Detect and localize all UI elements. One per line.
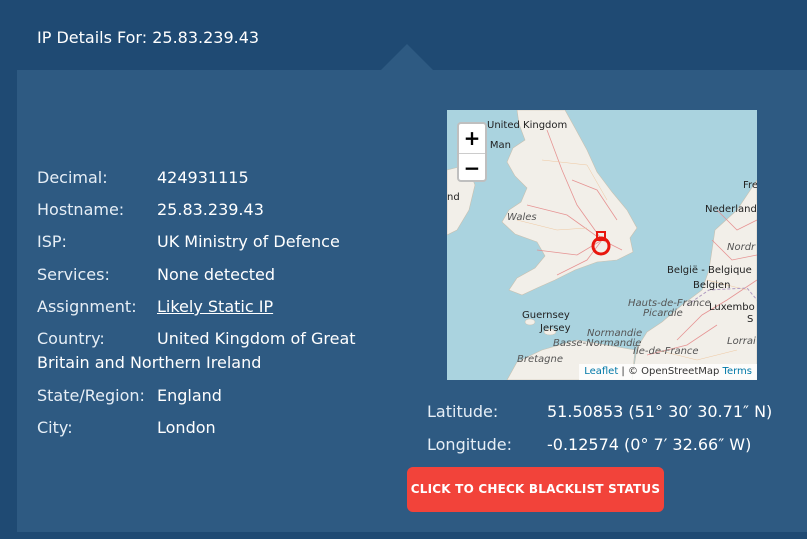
detail-label: Hostname:: [37, 200, 125, 219]
latitude-value: 51.50853 (51° 30′ 30.71″ N): [547, 402, 773, 421]
map-label: Jersey: [539, 323, 571, 334]
map-label: Guernsey: [522, 310, 570, 321]
map-label: Picardie: [643, 308, 683, 319]
detail-label: City:: [37, 418, 73, 437]
detail-value: London: [157, 418, 216, 437]
page-header-title: IP Details For: 25.83.239.43: [37, 28, 260, 47]
map-label: Basse-Normandie: [553, 338, 641, 349]
detail-label: Decimal:: [37, 168, 108, 187]
location-map[interactable]: United Kingdom of Man nd Wales Nederland…: [447, 110, 757, 380]
map-label: Lorrai: [727, 336, 756, 347]
map-label: Belgien: [693, 280, 730, 291]
map-label: Bretagne: [517, 354, 563, 365]
detail-label: ISP:: [37, 232, 67, 251]
latitude-label: Latitude:: [427, 402, 499, 421]
zoom-in-button[interactable]: +: [459, 124, 485, 153]
panel-pointer: [381, 44, 433, 70]
map-tiles: United Kingdom of Man nd Wales Nederland…: [447, 110, 757, 380]
assignment-link[interactable]: Likely Static IP: [157, 295, 372, 319]
leaflet-link[interactable]: Leaflet: [584, 366, 618, 377]
detail-value-continued: Britain and Northern Ireland: [37, 353, 262, 372]
terms-link[interactable]: Terms: [723, 366, 752, 377]
map-label: Nederland: [705, 204, 757, 215]
longitude-value: -0.12574 (0° 7′ 32.66″ W): [547, 435, 752, 454]
map-label: België - Belgique: [667, 265, 752, 276]
map-label: nd: [447, 192, 460, 203]
map-label: Luxembo: [709, 302, 755, 313]
map-label: Fre: [743, 180, 757, 191]
detail-label: State/Region:: [37, 386, 145, 405]
map-label: S: [747, 314, 753, 325]
map-label: Nordr: [727, 242, 756, 253]
map-label: Île-de-France: [633, 344, 699, 357]
zoom-out-button[interactable]: −: [459, 153, 485, 183]
map-label: Wales: [507, 212, 537, 223]
map-zoom-control: + −: [457, 122, 487, 182]
attribution-text: | © OpenStreetMap: [618, 366, 723, 377]
map-label: United Kingdom: [487, 120, 567, 131]
detail-label: Services:: [37, 265, 110, 284]
detail-value: 424931115: [157, 168, 249, 187]
detail-value: None detected: [157, 265, 276, 284]
map-attribution: Leaflet | © OpenStreetMap Terms: [579, 364, 757, 380]
check-blacklist-button[interactable]: CLICK TO CHECK BLACKLIST STATUS: [407, 467, 664, 512]
detail-label: Assignment:: [37, 297, 137, 316]
detail-label: Country:: [37, 329, 105, 348]
detail-value: UK Ministry of Defence: [157, 232, 340, 251]
detail-value: United Kingdom of Great: [157, 329, 356, 348]
longitude-label: Longitude:: [427, 435, 512, 454]
detail-value: 25.83.239.43: [157, 200, 264, 219]
detail-value: England: [157, 386, 222, 405]
